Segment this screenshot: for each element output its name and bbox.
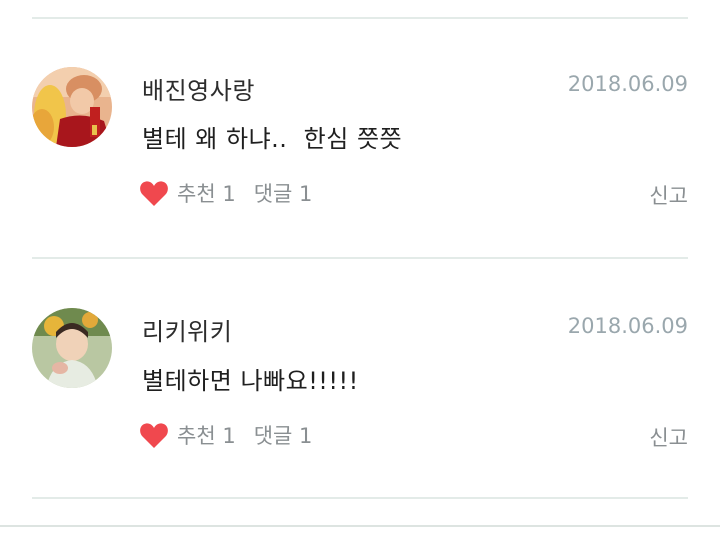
avatar[interactable]	[32, 308, 112, 388]
like-count[interactable]: 추천 1	[177, 420, 236, 450]
bottom-border	[0, 525, 720, 527]
comment-item: 리키위키 2018.06.09 별테하면 나빠요!!!!! 추천 1 댓글 1 …	[0, 0, 720, 450]
comment-text: 별테하면 나빠요!!!!!	[142, 367, 359, 395]
comment-date: 2018.06.09	[567, 314, 688, 338]
reply-count[interactable]: 댓글 1	[254, 420, 313, 450]
comment-divider	[32, 257, 688, 259]
heart-icon[interactable]	[139, 421, 169, 449]
comment-divider	[32, 497, 688, 499]
comment-actions: 추천 1 댓글 1	[139, 420, 312, 450]
username[interactable]: 리키위키	[142, 312, 232, 347]
avatar-image	[32, 308, 112, 388]
report-button[interactable]: 신고	[649, 422, 688, 452]
